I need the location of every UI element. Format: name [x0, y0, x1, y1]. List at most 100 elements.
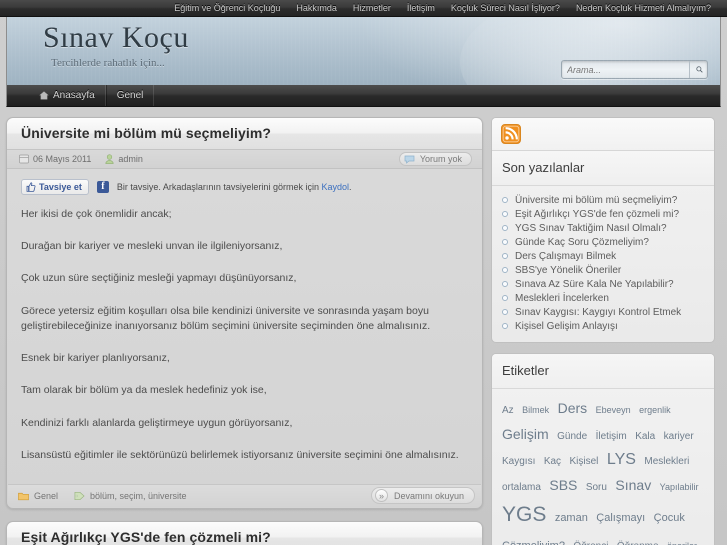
site-title: Sınav Koçu	[43, 21, 189, 55]
post-author-link[interactable]: admin	[118, 154, 143, 164]
tag-link[interactable]: Ebeveyn	[596, 405, 631, 415]
home-icon	[39, 91, 49, 100]
top-nav-item-hakkimda[interactable]: Hakkımda	[288, 0, 345, 16]
tag-link[interactable]: Az	[502, 405, 514, 416]
post-title: Üniversite mi bölüm mü seçmeliyim?	[21, 125, 468, 141]
tag-link[interactable]: Kaygısı	[502, 456, 535, 467]
main-menu: Anasayfa Genel	[6, 85, 721, 107]
post-tags-link[interactable]: bölüm, seçim, üniversite	[90, 491, 187, 501]
tag-link[interactable]: Soru	[586, 482, 607, 493]
rss-feed-link[interactable]	[501, 124, 705, 144]
bullet-icon	[502, 267, 508, 273]
tag-link[interactable]: Çalışmayı	[596, 512, 645, 524]
list-item[interactable]: Eşit Ağırlıkçı YGS'de fen çözmeli mi?	[502, 207, 704, 221]
tag-cloud: Az Bilmek Ders Ebeveyn ergenlik Gelişim …	[492, 389, 714, 545]
post-title-link[interactable]: Üniversite mi bölüm mü seçmeliyim?	[21, 125, 271, 141]
tag-link[interactable]: Sınav	[615, 477, 651, 493]
post-paragraph: Durağan bir kariyer ve mesleki unvan ile…	[21, 240, 283, 253]
share-text-before: Bir tavsiye. Arkadaşlarının tavsiyelerin…	[116, 182, 319, 192]
list-item[interactable]: Ders Çalışmayı Bilmek	[502, 249, 704, 263]
top-nav-item-neden-kocluk[interactable]: Neden Koçluk Hizmeti Almalıyım?	[568, 0, 719, 16]
menu-item-anasayfa[interactable]: Anasayfa	[29, 85, 106, 106]
recent-posts-list: Üniversite mi bölüm mü seçmeliyim? Eşit …	[502, 193, 704, 333]
tag-link[interactable]: ortalama	[502, 482, 541, 493]
tag-link[interactable]: Öğrenci	[573, 541, 608, 545]
facebook-like-button[interactable]: Tavsiye et	[21, 179, 89, 195]
list-item[interactable]: YGS Sınav Taktiğim Nasıl Olmalı?	[502, 221, 704, 235]
share-signup-link[interactable]: Kaydol	[321, 182, 349, 192]
tag-link[interactable]: Kaç	[544, 456, 561, 467]
post-author: admin	[105, 154, 143, 164]
top-nav-item-egitim-ogrenci-koclugu[interactable]: Eğitim ve Öğrenci Koçluğu	[166, 0, 288, 16]
site-title-link[interactable]: Sınav Koçu	[43, 21, 189, 54]
list-item[interactable]: Kişisel Gelişim Anlayışı	[502, 319, 704, 333]
top-nav-item-hizmetler[interactable]: Hizmetler	[345, 0, 399, 16]
list-item[interactable]: Günde Kaç Soru Çözmeliyim?	[502, 235, 704, 249]
tag-link[interactable]: Gelişim	[502, 426, 549, 442]
post-paragraph: Tam olarak bir bölüm ya da meslek hedefi…	[21, 384, 267, 397]
widget-title-tags: Etiketler	[492, 354, 714, 389]
tag-link[interactable]: Çözmeliyim?	[502, 540, 565, 545]
post-date-label: 06 Mayıs 2011	[33, 154, 92, 164]
list-item[interactable]: Sınav Kaygısı: Kaygıyı Kontrol Etmek	[502, 305, 704, 319]
recent-post-link[interactable]: Meslekleri İncelerken	[515, 293, 609, 304]
post-title-bar: Üniversite mi bölüm mü seçmeliyim?	[7, 118, 482, 150]
tag-link[interactable]: zaman	[555, 512, 588, 524]
post-category-link[interactable]: Genel	[34, 491, 58, 501]
recent-post-link[interactable]: Üniversite mi bölüm mü seçmeliyim?	[515, 195, 677, 206]
menu-item-genel[interactable]: Genel	[105, 85, 155, 106]
recent-post-link[interactable]: Kişisel Gelişim Anlayışı	[515, 321, 618, 332]
recent-post-link[interactable]: Günde Kaç Soru Çözmeliyim?	[515, 237, 649, 248]
share-text-after: .	[349, 182, 352, 192]
read-more-button[interactable]: » Devamını okuyun	[370, 487, 475, 505]
tag-link[interactable]: Yapılabilir	[660, 482, 699, 492]
share-text: Bir tavsiye. Arkadaşlarının tavsiyelerin…	[117, 182, 352, 192]
bullet-icon	[502, 253, 508, 259]
post-paragraph: Çok uzun süre seçtiğiniz mesleği yapmayı…	[21, 272, 297, 285]
post-category: Genel	[18, 491, 58, 501]
post-paragraph: Her ikisi de çok önemlidir ancak;	[21, 208, 172, 220]
post-comments[interactable]: Yorum yok	[398, 152, 472, 166]
list-item[interactable]: Sınava Az Süre Kala Ne Yapılabilir?	[502, 277, 704, 291]
top-nav-item-kocluk-sureci[interactable]: Koçluk Süreci Nasıl İşliyor?	[443, 0, 568, 16]
tag-link[interactable]: İletişim	[596, 431, 627, 442]
recent-post-link[interactable]: Sınav Kaygısı: Kaygıyı Kontrol Etmek	[515, 307, 681, 318]
tag-link[interactable]: öneriler	[667, 541, 697, 545]
read-more-label: Devamını okuyun	[393, 490, 464, 501]
tag-link[interactable]: Bilmek	[522, 405, 549, 415]
thumbs-up-icon	[26, 182, 36, 192]
bullet-icon	[502, 295, 508, 301]
tag-link[interactable]: Kala	[635, 431, 655, 442]
recent-post-link[interactable]: YGS Sınav Taktiğim Nasıl Olmalı?	[515, 223, 667, 234]
recent-post-link[interactable]: SBS'ye Yönelik Öneriler	[515, 265, 621, 276]
tag-link[interactable]: LYS	[607, 451, 636, 468]
tag-link[interactable]: Öğrenme	[617, 541, 659, 545]
search-input[interactable]	[562, 61, 689, 78]
tag-link[interactable]: SBS	[549, 477, 577, 493]
recent-post-link[interactable]: Eşit Ağırlıkçı YGS'de fen çözmeli mi?	[515, 209, 679, 220]
tag-link[interactable]: Günde	[557, 431, 587, 442]
search-form[interactable]	[561, 60, 708, 79]
tag-link[interactable]: Çocuk	[654, 512, 685, 524]
list-item[interactable]: Meslekleri İncelerken	[502, 291, 704, 305]
post-comments-link[interactable]: Yorum yok	[420, 154, 462, 164]
tag-link[interactable]: ergenlik	[639, 405, 671, 415]
tag-link[interactable]: YGS	[502, 503, 546, 526]
tag-link[interactable]: Ders	[558, 400, 588, 416]
calendar-icon	[19, 154, 29, 164]
top-nav-item-iletisim[interactable]: İletişim	[399, 0, 443, 16]
tag-link[interactable]: Kişisel	[570, 456, 599, 467]
list-item[interactable]: SBS'ye Yönelik Öneriler	[502, 263, 704, 277]
rss-header	[492, 118, 714, 151]
post-paragraph: Esnek bir kariyer planlıyorsanız,	[21, 352, 170, 365]
post-article: Üniversite mi bölüm mü seçmeliyim? 06 Ma…	[6, 117, 483, 509]
tag-link[interactable]: kariyer	[664, 431, 694, 442]
bullet-icon	[502, 225, 508, 231]
list-item[interactable]: Üniversite mi bölüm mü seçmeliyim?	[502, 193, 704, 207]
search-button[interactable]	[689, 61, 709, 78]
recent-post-link[interactable]: Ders Çalışmayı Bilmek	[515, 251, 616, 262]
recent-post-link[interactable]: Sınava Az Süre Kala Ne Yapılabilir?	[515, 279, 674, 290]
tag-link[interactable]: Meslekleri	[644, 456, 689, 467]
post-body: Tavsiye et f Bir tavsiye. Arkadaşlarının…	[7, 169, 482, 484]
post-title-link[interactable]: Eşit Ağırlıkçı YGS'de fen çözmeli mi?	[21, 529, 271, 545]
